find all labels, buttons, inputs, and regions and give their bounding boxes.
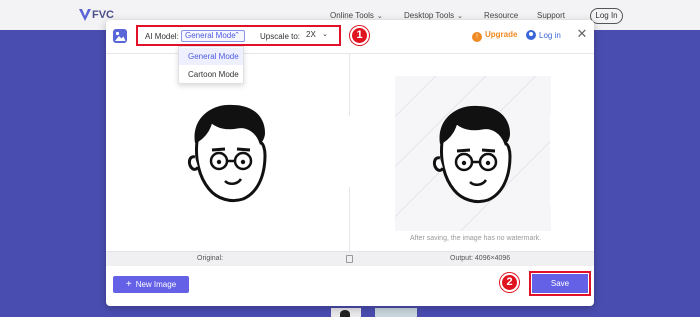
upscale-select[interactable]: 2X ⌄: [304, 30, 332, 42]
user-icon: [526, 30, 536, 40]
model-settings-group: AI Model: General Mode ⌃ Upscale to: 2X …: [136, 25, 341, 46]
nav-label: Support: [537, 11, 566, 20]
image-info-strip: Original: Output: 4096×4096: [106, 251, 594, 266]
option-general-mode[interactable]: General Mode: [179, 48, 243, 65]
nav-support[interactable]: Support: [537, 11, 565, 20]
preview-overlay: [305, 116, 389, 187]
preview-overlay: [550, 115, 588, 206]
output-image: [395, 76, 551, 231]
step-badge-2: 2: [500, 273, 519, 292]
nav-online-tools[interactable]: Online Tools ⌄: [330, 11, 383, 20]
chevron-up-icon: ⌃: [234, 32, 240, 39]
login-label: Log in: [539, 31, 561, 40]
chevron-down-icon: ⌄: [376, 13, 383, 20]
save-button[interactable]: Save: [532, 274, 588, 293]
upgrade-label: Upgrade: [485, 30, 518, 39]
chevron-down-icon: ⌄: [457, 13, 463, 20]
nav-label: Online Tools: [330, 11, 374, 20]
plus-icon: +: [125, 279, 132, 290]
image-icon: [113, 29, 127, 43]
site-login-button[interactable]: Log In: [590, 8, 623, 24]
ai-model-value: General Mode: [185, 31, 236, 40]
new-image-button[interactable]: + New Image: [113, 276, 189, 293]
option-cartoon-mode[interactable]: Cartoon Mode: [179, 66, 243, 83]
thumbnail-shape: [340, 310, 350, 317]
face-illustration: [187, 104, 267, 203]
upscale-label: Upscale to:: [260, 32, 301, 41]
ai-model-label: AI Model:: [145, 32, 179, 41]
watermark-note: After saving, the image has no watermark…: [410, 235, 542, 242]
ai-model-select[interactable]: General Mode ⌃: [181, 30, 245, 42]
new-image-label: New Image: [135, 280, 177, 289]
thumbnail: [375, 308, 417, 317]
close-icon[interactable]: ✕: [576, 27, 588, 41]
step-badge-1: 1: [350, 26, 369, 45]
original-size-label: Original:: [197, 255, 224, 262]
nav-label: Desktop Tools: [404, 11, 455, 20]
logo-icon: [79, 9, 91, 21]
nav-resource[interactable]: Resource: [484, 11, 518, 20]
ai-model-dropdown: General Mode Cartoon Mode: [178, 46, 244, 84]
upgrade-button[interactable]: ↑ Upgrade: [472, 30, 517, 42]
upscaler-modal: AI Model: General Mode ⌃ Upscale to: 2X …: [106, 20, 594, 306]
login-button[interactable]: Log in: [526, 30, 561, 40]
face-illustration: [432, 105, 512, 204]
thumbnail: [331, 308, 361, 317]
output-size-label: Output: 4096×4096: [450, 255, 511, 262]
nav-label: Resource: [484, 11, 519, 20]
chevron-down-icon: ⌄: [322, 31, 328, 38]
upscale-value: 2X: [306, 30, 316, 39]
copy-icon[interactable]: [346, 255, 353, 263]
upgrade-icon: ↑: [472, 32, 482, 42]
nav-desktop-tools[interactable]: Desktop Tools ⌄: [404, 11, 463, 20]
original-image: [150, 75, 305, 230]
